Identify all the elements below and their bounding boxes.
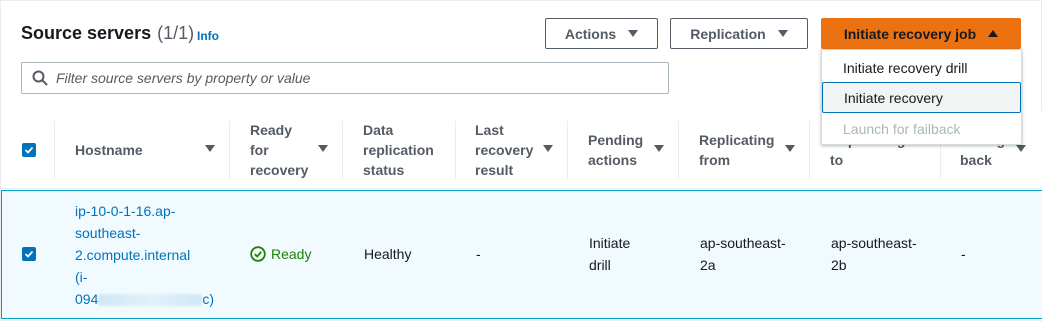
sort-caret-icon[interactable] <box>205 145 215 152</box>
replicating-to-cell: ap-southeast- 2b <box>831 232 917 276</box>
column-header-label: from <box>699 152 731 168</box>
ready-status: Ready <box>250 243 311 265</box>
last-recovery-result-cell: - <box>476 246 481 262</box>
caret-up-icon <box>988 30 999 37</box>
hostname-id-prefix: 094 <box>75 291 99 307</box>
column-header-label: result <box>475 162 514 178</box>
column-divider <box>809 121 810 179</box>
column-header-label: recovery <box>475 142 534 158</box>
page-title: Source servers (1/1) <box>21 23 194 44</box>
sort-caret-icon[interactable] <box>1016 145 1026 152</box>
column-header-label: status <box>363 162 405 178</box>
row-checkbox[interactable] <box>22 247 36 261</box>
replication-status-cell: Healthy <box>364 246 412 262</box>
replicating-from-line: ap-southeast- <box>700 235 786 251</box>
column-header-label: for <box>250 142 269 158</box>
hostname-line: 2.compute.internal <box>75 247 191 263</box>
selection-count: (1/1) <box>157 23 195 43</box>
source-servers-panel: Source servers (1/1) Info Actions Replic… <box>0 0 1042 321</box>
caret-down-icon <box>777 30 788 37</box>
hostname-line: southeast- <box>75 225 141 241</box>
sort-caret-icon[interactable] <box>318 145 328 152</box>
page-title-text: Source servers <box>21 23 152 43</box>
hostname-line: (i- <box>75 269 88 285</box>
replicating-to-line: ap-southeast- <box>831 235 917 251</box>
column-header-label: Ready <box>250 122 293 138</box>
actions-button[interactable]: Actions <box>545 18 658 49</box>
checkmark-icon <box>24 250 34 258</box>
column-header-label: replication <box>363 142 434 158</box>
column-divider <box>567 121 568 179</box>
hostname-id-suffix: c) <box>202 291 215 307</box>
sort-caret-icon[interactable] <box>543 145 553 152</box>
pending-actions-line: drill <box>589 257 611 273</box>
menu-item-initiate-recovery-drill[interactable]: Initiate recovery drill <box>822 52 1021 83</box>
column-divider <box>455 121 456 179</box>
sort-caret-icon[interactable] <box>654 145 664 152</box>
replicating-from-cell: ap-southeast- 2a <box>700 232 786 276</box>
menu-item-initiate-recovery[interactable]: Initiate recovery <box>822 82 1021 113</box>
column-header-hostname[interactable]: Hostname <box>75 111 225 189</box>
column-header-label: to <box>830 152 844 168</box>
search-box[interactable] <box>21 62 669 94</box>
menu-item-launch-for-failback: Launch for failback <box>843 120 961 137</box>
column-divider <box>229 121 230 179</box>
column-header-label: actions <box>588 152 638 168</box>
column-header-pending-actions[interactable]: Pending actions <box>588 111 676 189</box>
replication-button-label: Replication <box>690 25 766 42</box>
check-circle-icon <box>250 246 266 262</box>
search-input[interactable] <box>56 70 656 86</box>
column-header-replicating-from[interactable]: Replicating from <box>699 111 809 189</box>
sort-caret-icon[interactable] <box>785 145 795 152</box>
column-header-label: Last <box>475 122 504 138</box>
caret-down-icon <box>628 30 639 37</box>
hostname-link[interactable]: ip-10-0-1-16.ap- southeast- 2.compute.in… <box>75 200 225 310</box>
initiate-recovery-job-button[interactable]: Initiate recovery job <box>821 18 1021 49</box>
checkmark-icon <box>24 146 34 154</box>
pending-actions-cell: Initiate drill <box>589 232 630 276</box>
redacted-instance-id <box>98 294 203 307</box>
actions-button-label: Actions <box>564 25 617 42</box>
column-divider <box>54 121 55 179</box>
hostname-line: ip-10-0-1-16.ap- <box>75 203 176 219</box>
ready-status-text: Ready <box>271 246 312 262</box>
column-header-label: recovery <box>250 162 309 178</box>
column-header-label: Data <box>363 122 394 138</box>
replicating-to-line: 2b <box>831 257 847 273</box>
column-header-label: Replicating <box>699 132 775 148</box>
replicating-from-line: 2a <box>700 257 716 273</box>
hostname-line: 094 c) <box>75 288 225 310</box>
column-header-label: Pending <box>588 132 644 148</box>
replication-button[interactable]: Replication <box>670 18 808 49</box>
initiate-recovery-job-label: Initiate recovery job <box>843 25 977 42</box>
column-header-label: back <box>960 152 992 168</box>
column-divider <box>678 121 679 179</box>
initiate-recovery-job-menu: Initiate recovery drill Initiate recover… <box>821 49 1022 145</box>
column-header-data-replication-status[interactable]: Data replication status <box>363 111 453 189</box>
info-link[interactable]: Info <box>197 29 219 43</box>
search-icon <box>32 70 48 86</box>
column-header-label: Hostname <box>75 142 143 158</box>
select-all-checkbox[interactable] <box>22 143 36 157</box>
pending-actions-line: Initiate <box>589 235 631 251</box>
column-divider <box>342 121 343 179</box>
column-header-ready-for-recovery[interactable]: Ready for recovery <box>250 111 340 189</box>
table-row[interactable]: ip-10-0-1-16.ap- southeast- 2.compute.in… <box>1 190 1042 319</box>
column-header-last-recovery-result[interactable]: Last recovery result <box>475 111 565 189</box>
failing-back-cell: - <box>961 246 966 262</box>
